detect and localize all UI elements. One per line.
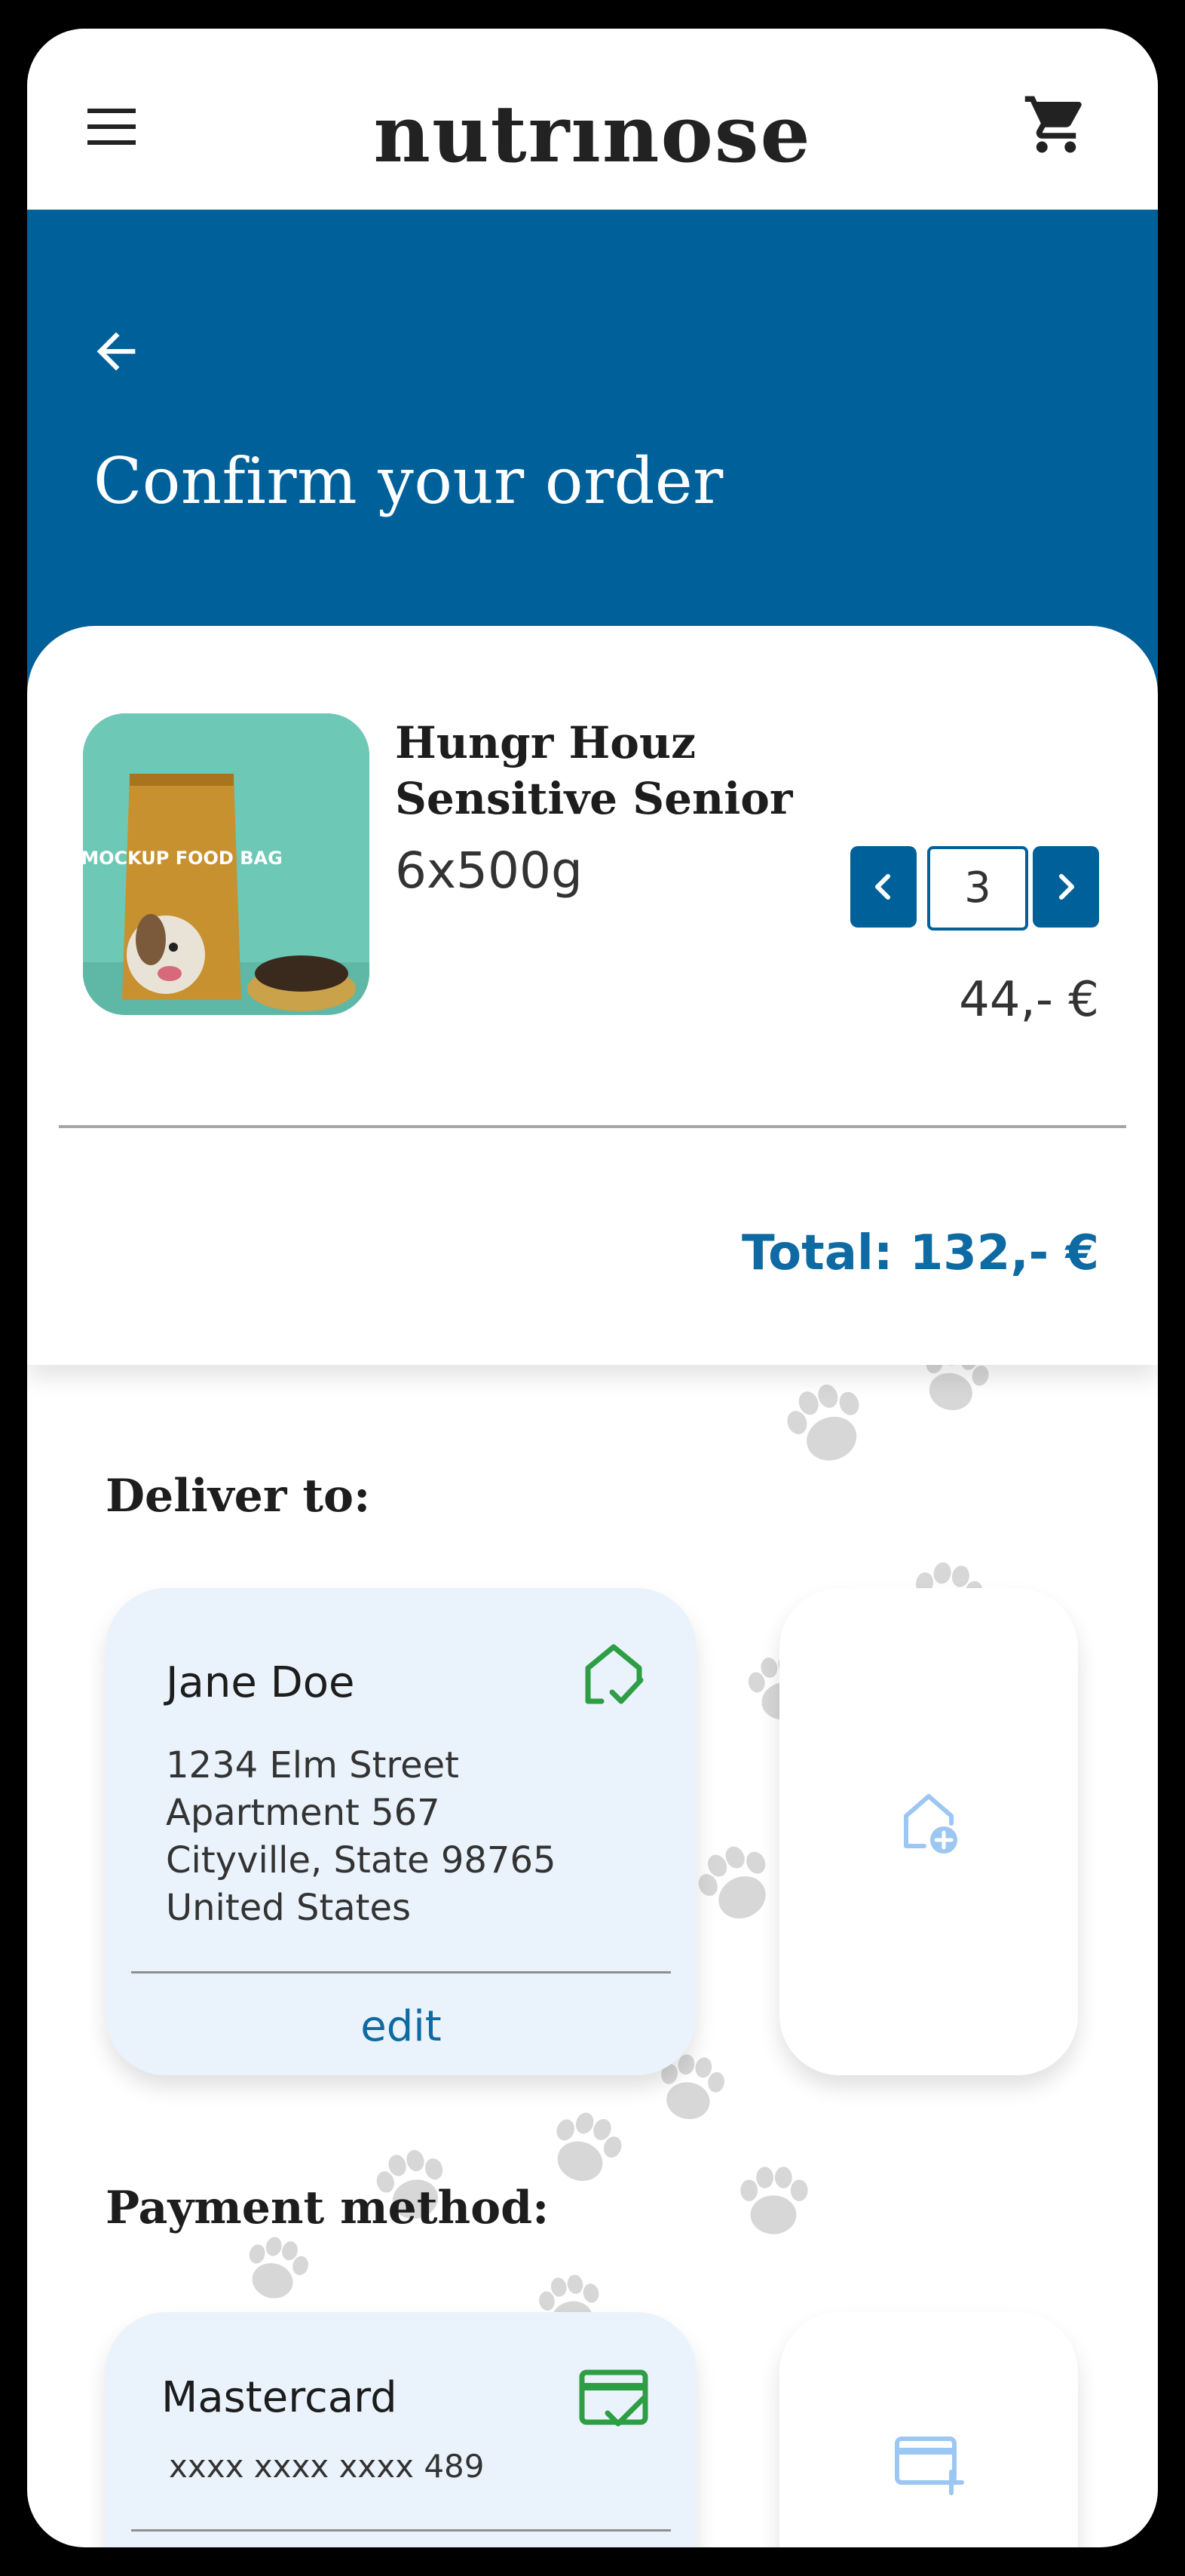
card-number: xxxx xxxx xxxx 489 — [169, 2448, 485, 2485]
payment-method-heading: Payment method: — [106, 2182, 550, 2234]
address-lines: 1234 Elm Street Apartment 567 Cityville,… — [166, 1742, 556, 1932]
product-name: Hungr Houz Sensitive Senior — [395, 717, 793, 824]
order-summary-card: MOCKUP FOOD BAG Hungr Houz Sensitive Sen… — [27, 626, 1158, 1365]
item-price: 44,- € — [959, 972, 1099, 1028]
add-payment-method-button[interactable] — [779, 2312, 1078, 2547]
edit-address-button[interactable]: edit — [106, 2006, 697, 2048]
shopping-cart-icon[interactable] — [1022, 90, 1090, 158]
chevron-right-icon — [1059, 874, 1074, 900]
home-add-icon — [904, 1794, 957, 1854]
arrow-left-icon[interactable] — [87, 323, 145, 380]
app-screen: nutrınose Confirm your order MOCKUP FOOD… — [27, 29, 1158, 2547]
payment-method-name: Mastercard — [161, 2373, 397, 2422]
divider — [131, 2529, 671, 2532]
quantity-increase-button[interactable] — [1033, 846, 1099, 928]
address-line: Cityville, State 98765 — [166, 1839, 556, 1881]
address-line: United States — [166, 1887, 412, 1929]
chevron-left-icon — [875, 874, 890, 900]
address-name: Jane Doe — [166, 1658, 355, 1707]
address-card[interactable]: Jane Doe 1234 Elm Street Apartment 567 C… — [106, 1588, 697, 2075]
quantity-decrease-button[interactable] — [850, 846, 917, 928]
product-size: 6x500g — [395, 842, 583, 900]
top-nav-bar: nutrınose — [27, 29, 1158, 210]
payment-method-card[interactable]: Mastercard xxxx xxxx xxxx 489 — [106, 2312, 697, 2547]
product-image-label: MOCKUP FOOD BAG — [83, 848, 283, 869]
divider — [59, 1125, 1126, 1128]
card-add-icon — [895, 2436, 964, 2495]
page-title: Confirm your order — [93, 444, 724, 518]
address-line: 1234 Elm Street — [166, 1744, 459, 1786]
home-check-icon — [585, 1644, 644, 1704]
order-total: Total: 132,- € — [742, 1225, 1099, 1281]
divider — [131, 1971, 671, 1973]
device-frame: nutrınose Confirm your order MOCKUP FOOD… — [0, 0, 1185, 2576]
product-image: MOCKUP FOOD BAG — [83, 713, 369, 1015]
add-address-button[interactable] — [779, 1588, 1078, 2075]
deliver-to-heading: Deliver to: — [106, 1470, 371, 1523]
address-line: Apartment 567 — [166, 1792, 440, 1834]
quantity-input[interactable]: 3 — [927, 846, 1028, 931]
card-check-icon — [579, 2369, 648, 2427]
brand-logo[interactable]: nutrınose — [27, 95, 1158, 173]
